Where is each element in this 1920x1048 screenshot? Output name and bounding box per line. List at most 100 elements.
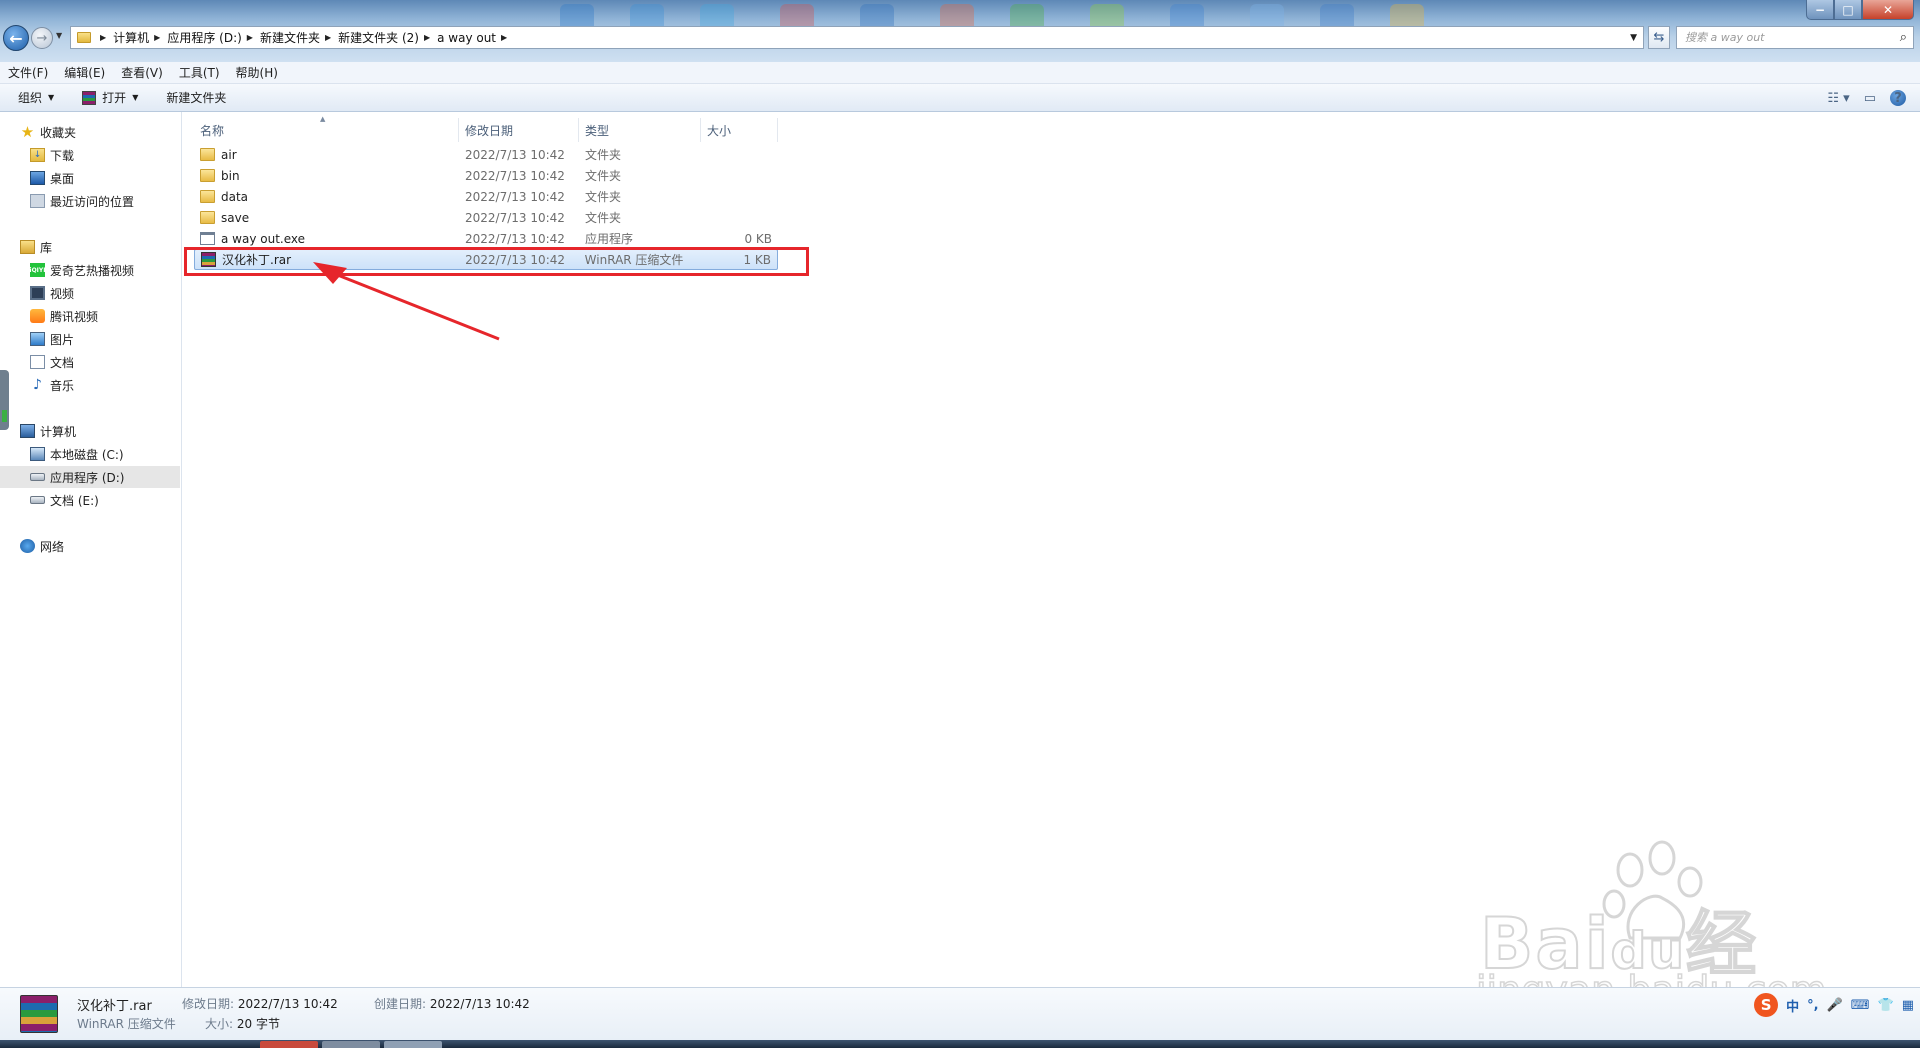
nav-network[interactable]: 网络: [20, 535, 64, 557]
chevron-down-icon: ▼: [132, 93, 139, 102]
file-row-air[interactable]: air 2022/7/13 10:42 文件夹: [194, 144, 778, 165]
file-name: data: [221, 189, 249, 204]
nav-computer[interactable]: 计算机: [20, 420, 76, 442]
search-input[interactable]: [1685, 31, 1885, 44]
menu-edit[interactable]: 编辑(E): [64, 64, 105, 81]
exe-icon: [200, 232, 215, 245]
menu-view[interactable]: 查看(V): [121, 64, 163, 81]
breadcrumb-item[interactable]: a way out ▶: [437, 31, 514, 45]
taskbar: [0, 1040, 1920, 1048]
microphone-icon[interactable]: 🎤: [1827, 998, 1843, 1013]
ime-language-toggle[interactable]: 中: [1786, 996, 1799, 1015]
taskbar-button[interactable]: [322, 1041, 380, 1048]
nav-item-recent[interactable]: 最近访问的位置: [30, 190, 134, 212]
video-icon: [30, 286, 45, 300]
column-header-name[interactable]: ▲ 名称: [194, 115, 459, 142]
folder-icon: [200, 190, 215, 203]
skin-icon[interactable]: 👕: [1878, 998, 1894, 1013]
file-type: 文件夹: [585, 190, 622, 204]
recent-pages-dropdown[interactable]: ▼: [56, 31, 62, 40]
file-type: 文件夹: [585, 148, 622, 162]
open-label: 打开: [102, 91, 127, 105]
column-headers: ▲ 名称 修改日期 类型 大小: [194, 115, 778, 142]
forward-button[interactable]: →: [31, 27, 53, 49]
nav-item-iqiyi[interactable]: iQIYI 爱奇艺热播视频: [30, 259, 134, 281]
nav-item-videos[interactable]: 视频: [30, 282, 74, 304]
taskbar-button[interactable]: [384, 1041, 442, 1048]
open-button[interactable]: 打开 ▼: [82, 89, 138, 106]
new-folder-label: 新建文件夹: [166, 91, 227, 105]
details-file-type: WinRAR 压缩文件: [77, 1017, 176, 1031]
nav-item-tencent-video[interactable]: 腾讯视频: [30, 305, 98, 327]
folder-icon: [77, 32, 91, 43]
folder-icon: [200, 148, 215, 161]
side-toolbar-handle[interactable]: [0, 370, 9, 430]
file-row-exe[interactable]: a way out.exe 2022/7/13 10:42 应用程序 0 KB: [194, 228, 778, 249]
tencent-video-icon: [30, 309, 45, 323]
network-icon: [20, 539, 35, 553]
arrow-left-icon: ←: [9, 28, 23, 48]
column-header-size[interactable]: 大小: [701, 118, 778, 142]
file-name: air: [221, 147, 237, 162]
organize-label: 组织: [18, 91, 43, 105]
file-date: 2022/7/13 10:42: [465, 231, 565, 246]
address-bar[interactable]: ▶ 计算机 ▶ 应用程序 (D:) ▶ 新建文件夹 ▶ 新建文件夹 (2) ▶ a wa…: [70, 26, 1644, 49]
arrow-right-icon: →: [36, 30, 48, 46]
file-row-data[interactable]: data 2022/7/13 10:42 文件夹: [194, 186, 778, 207]
recent-places-icon: [30, 194, 45, 208]
sogou-ime-icon[interactable]: S: [1754, 993, 1779, 1017]
nav-item-drive-c[interactable]: 本地磁盘 (C:): [30, 443, 124, 465]
details-pane: 汉化补丁.rar WinRAR 压缩文件 修改日期: 2022/7/13 10:…: [0, 987, 1920, 1040]
drive-icon: [30, 473, 45, 481]
file-row-rar[interactable]: 汉化补丁.rar 2022/7/13 10:42 WinRAR 压缩文件 1 K…: [194, 249, 778, 270]
nav-libraries[interactable]: 库: [20, 236, 52, 258]
menu-bar: 文件(F) 编辑(E) 查看(V) 工具(T) 帮助(H): [0, 62, 1920, 84]
nav-item-drive-e[interactable]: 文档 (E:): [30, 489, 99, 511]
file-date: 2022/7/13 10:42: [465, 252, 566, 267]
column-header-type[interactable]: 类型: [579, 118, 701, 142]
nav-item-downloads[interactable]: ↓ 下载: [30, 144, 74, 166]
breadcrumb-root-chevron[interactable]: ▶: [95, 33, 113, 42]
help-icon[interactable]: ?: [1890, 90, 1906, 106]
view-options-button[interactable]: ☷ ▾: [1827, 91, 1849, 106]
address-history-dropdown[interactable]: ▼: [1630, 33, 1637, 43]
nav-item-documents[interactable]: 文档: [30, 351, 74, 373]
menu-tools[interactable]: 工具(T): [179, 64, 220, 81]
grid-menu-icon[interactable]: ▦: [1902, 998, 1914, 1013]
menu-file[interactable]: 文件(F): [8, 64, 48, 81]
minimize-button[interactable]: −: [1806, 0, 1834, 20]
close-button[interactable]: ✕: [1862, 0, 1914, 20]
organize-button[interactable]: 组织 ▼: [18, 89, 54, 106]
breadcrumb-item[interactable]: 新建文件夹 ▶: [260, 29, 338, 46]
back-button[interactable]: ←: [3, 25, 29, 51]
refresh-button[interactable]: ⇆: [1648, 26, 1670, 49]
menu-help[interactable]: 帮助(H): [236, 64, 278, 81]
nav-item-drive-d[interactable]: 应用程序 (D:): [0, 466, 180, 488]
taskbar-button[interactable]: [260, 1041, 318, 1048]
nav-item-pictures[interactable]: 图片: [30, 328, 74, 350]
file-row-save[interactable]: save 2022/7/13 10:42 文件夹: [194, 207, 778, 228]
maximize-button[interactable]: □: [1834, 0, 1862, 20]
column-header-date[interactable]: 修改日期: [459, 118, 579, 142]
breadcrumb-item[interactable]: 计算机 ▶: [113, 29, 167, 46]
nav-item-music[interactable]: ♪ 音乐: [30, 374, 74, 396]
system-drive-icon: [30, 447, 45, 461]
file-date: 2022/7/13 10:42: [465, 189, 565, 204]
window-controls: − □ ✕: [1806, 0, 1914, 20]
desktop-icon: [30, 171, 45, 185]
file-list: ▲ 名称 修改日期 类型 大小 air 2022/7/13 10:42 文件夹 …: [183, 112, 1920, 987]
nav-favorites[interactable]: ★ 收藏夹: [20, 121, 76, 143]
ime-punctuation-toggle[interactable]: °,: [1807, 998, 1818, 1013]
breadcrumb-item[interactable]: 应用程序 (D:) ▶: [167, 29, 260, 46]
search-box: ⌕: [1676, 26, 1914, 49]
file-row-bin[interactable]: bin 2022/7/13 10:42 文件夹: [194, 165, 778, 186]
details-file-name: 汉化补丁.rar: [77, 999, 152, 1014]
new-folder-button[interactable]: 新建文件夹: [166, 89, 226, 106]
preview-pane-button[interactable]: ▭: [1864, 91, 1876, 106]
music-icon: ♪: [33, 377, 42, 393]
search-icon[interactable]: ⌕: [1900, 30, 1907, 45]
nav-item-desktop[interactable]: 桌面: [30, 167, 74, 189]
ime-toolbar: S 中 °, 🎤 ⌨ 👕 ▦: [1754, 993, 1914, 1017]
breadcrumb-item[interactable]: 新建文件夹 (2) ▶: [338, 29, 437, 46]
keyboard-icon[interactable]: ⌨: [1851, 998, 1870, 1013]
